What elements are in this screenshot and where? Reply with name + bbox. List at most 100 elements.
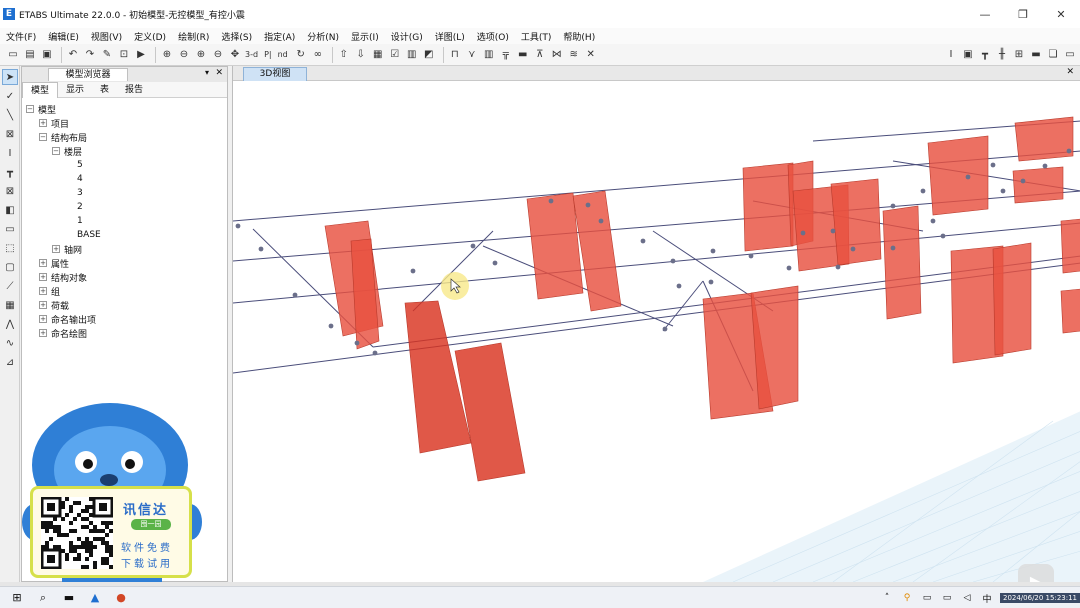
frame-node[interactable] bbox=[830, 228, 836, 234]
frame-node[interactable] bbox=[835, 264, 841, 270]
frame-node[interactable] bbox=[328, 323, 334, 329]
tree-node[interactable]: + 命名绘图 bbox=[22, 326, 227, 340]
frame-node[interactable] bbox=[354, 340, 360, 346]
rotate-icon[interactable]: ↻ bbox=[294, 48, 308, 62]
tree-node[interactable]: 1 bbox=[22, 214, 227, 228]
collapse-icon[interactable]: − bbox=[26, 105, 34, 113]
dimension-icon[interactable]: ⊞ bbox=[1012, 48, 1026, 62]
run-analysis-icon[interactable]: ▶ bbox=[134, 48, 148, 62]
redo-icon[interactable]: ↷ bbox=[83, 48, 97, 62]
shear-wall[interactable] bbox=[992, 242, 1032, 356]
check-icon[interactable]: ☑ bbox=[388, 48, 402, 62]
shear-wall[interactable] bbox=[1014, 116, 1074, 162]
save-icon[interactable]: ▣ bbox=[40, 48, 54, 62]
expand-icon[interactable]: + bbox=[39, 287, 47, 295]
move-up-icon[interactable]: ⇧ bbox=[337, 48, 351, 62]
tree-node[interactable]: + 轴网 bbox=[22, 242, 227, 256]
frame-node[interactable] bbox=[920, 188, 926, 194]
frame-node[interactable] bbox=[548, 198, 554, 204]
frame-icon[interactable]: ⊓ bbox=[448, 48, 462, 62]
frame-node[interactable] bbox=[470, 243, 476, 249]
frame-node[interactable] bbox=[598, 218, 604, 224]
frame-node[interactable] bbox=[990, 162, 996, 168]
frame-node[interactable] bbox=[676, 283, 682, 289]
link-icon[interactable]: ⋈ bbox=[550, 48, 564, 62]
ime-icon[interactable]: 中 bbox=[980, 592, 994, 605]
powerpoint-icon[interactable]: ● bbox=[112, 589, 130, 607]
collapse-icon[interactable]: − bbox=[52, 147, 60, 155]
draw-line-icon[interactable]: ╲ bbox=[2, 107, 18, 123]
tab-3d-view[interactable]: 3D视图 bbox=[243, 67, 307, 81]
draw-cross-icon[interactable]: ⊠ bbox=[2, 183, 18, 199]
menu-item[interactable]: 帮助(H) bbox=[563, 30, 595, 43]
frame-node[interactable] bbox=[1066, 148, 1072, 154]
brace-icon[interactable]: ⋎ bbox=[465, 48, 479, 62]
restore-button[interactable]: ❐ bbox=[1004, 0, 1042, 28]
tree-node[interactable]: + 结构对象 bbox=[22, 270, 227, 284]
lock-icon[interactable]: ⊡ bbox=[117, 48, 131, 62]
shear-wall[interactable] bbox=[1060, 218, 1080, 274]
elevation-view-button[interactable]: nd bbox=[278, 50, 288, 59]
menu-item[interactable]: 选项(O) bbox=[477, 30, 509, 43]
expand-icon[interactable]: + bbox=[39, 259, 47, 267]
menu-item[interactable]: 设计(G) bbox=[391, 30, 423, 43]
menu-item[interactable]: 分析(N) bbox=[307, 30, 339, 43]
frame-node[interactable] bbox=[708, 279, 714, 285]
expand-icon[interactable]: + bbox=[39, 315, 47, 323]
frame-node[interactable] bbox=[710, 248, 716, 254]
grid-icon[interactable]: ▦ bbox=[371, 48, 385, 62]
rebar-icon[interactable]: ▣ bbox=[961, 48, 975, 62]
copy-icon[interactable]: ❏ bbox=[1046, 48, 1060, 62]
draw-spring-icon[interactable]: ∿ bbox=[2, 335, 18, 351]
menu-item[interactable]: 显示(I) bbox=[351, 30, 379, 43]
viewport-close-icon[interactable]: ✕ bbox=[1066, 67, 1074, 77]
undo-icon[interactable]: ↶ bbox=[66, 48, 80, 62]
expand-icon[interactable]: + bbox=[39, 273, 47, 281]
plan-view-button[interactable]: P| bbox=[264, 50, 272, 59]
tab-reports[interactable]: 报告 bbox=[117, 82, 151, 98]
zoom-in-icon[interactable]: ⊕ bbox=[194, 48, 208, 62]
pencil-icon[interactable]: ✎ bbox=[100, 48, 114, 62]
slab-section-icon[interactable]: ▬ bbox=[1029, 48, 1043, 62]
tree-node[interactable]: + 属性 bbox=[22, 256, 227, 270]
tree-node[interactable]: + 组 bbox=[22, 284, 227, 298]
new-file-icon[interactable]: ▭ bbox=[6, 48, 20, 62]
support-icon[interactable]: ⊼ bbox=[533, 48, 547, 62]
frame-node[interactable] bbox=[1000, 188, 1006, 194]
open-file-icon[interactable]: ▤ bbox=[23, 48, 37, 62]
frame-node[interactable] bbox=[850, 246, 856, 252]
tree-node[interactable]: 4 bbox=[22, 172, 227, 186]
frame-node[interactable] bbox=[930, 218, 936, 224]
shear-wall[interactable] bbox=[927, 135, 989, 216]
draw-wall-icon[interactable]: ◧ bbox=[2, 202, 18, 218]
frame-node[interactable] bbox=[235, 223, 241, 229]
column-icon[interactable]: ╫ bbox=[995, 48, 1009, 62]
frame-node[interactable] bbox=[890, 203, 896, 209]
cube-icon[interactable]: ◩ bbox=[422, 48, 436, 62]
tab-model[interactable]: 模型 bbox=[22, 81, 59, 98]
frame-node[interactable] bbox=[662, 326, 668, 332]
tree-node[interactable]: + 项目 bbox=[22, 116, 227, 130]
shear-wall[interactable] bbox=[830, 178, 882, 266]
volume-icon[interactable]: ◁ bbox=[960, 593, 974, 603]
tree-node[interactable]: − 结构布局 bbox=[22, 130, 227, 144]
shear-wall[interactable] bbox=[882, 205, 922, 320]
frame-node[interactable] bbox=[890, 245, 896, 251]
menu-item[interactable]: 指定(A) bbox=[264, 30, 295, 43]
select-pointer-icon[interactable]: ➤ bbox=[2, 69, 18, 85]
shear-wall[interactable] bbox=[454, 342, 526, 482]
beam-icon[interactable]: ╦ bbox=[499, 48, 513, 62]
menu-item[interactable]: 详图(L) bbox=[435, 30, 465, 43]
tree-node[interactable]: + 荷载 bbox=[22, 298, 227, 312]
expand-icon[interactable]: + bbox=[39, 301, 47, 309]
tree-node[interactable]: 2 bbox=[22, 200, 227, 214]
tab-tables[interactable]: 表 bbox=[92, 82, 117, 98]
zoom-window-icon[interactable]: ⊕ bbox=[160, 48, 174, 62]
frame-node[interactable] bbox=[670, 258, 676, 264]
move-down-icon[interactable]: ⇩ bbox=[354, 48, 368, 62]
menu-item[interactable]: 选择(S) bbox=[221, 30, 252, 43]
tab-display[interactable]: 显示 bbox=[58, 82, 92, 98]
frame-node[interactable] bbox=[640, 238, 646, 244]
zoom-restore-icon[interactable]: ⊖ bbox=[177, 48, 191, 62]
spring-icon[interactable]: ≋ bbox=[567, 48, 581, 62]
